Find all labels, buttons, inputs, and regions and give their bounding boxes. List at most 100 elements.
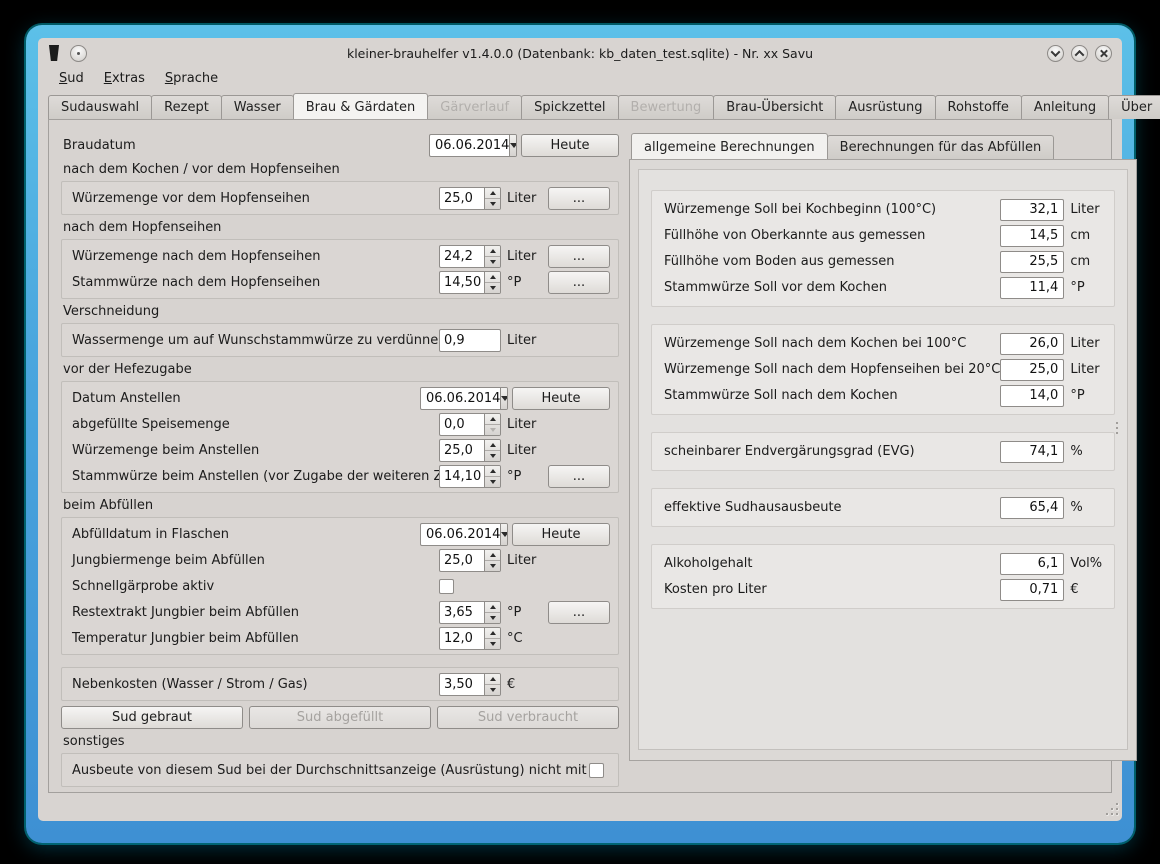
restextrakt-label: Restextrakt Jungbier beim Abfüllen — [70, 605, 439, 620]
tab-brau-gaerdaten[interactable]: Brau & Gärdaten — [293, 93, 429, 119]
tab-wasser[interactable]: Wasser — [221, 95, 294, 119]
triangle-up-icon — [490, 469, 496, 473]
wassermenge-verduennen-field[interactable]: 0,9 — [439, 329, 501, 352]
tab-rohstoffe[interactable]: Rohstoffe — [935, 95, 1022, 119]
datum-anstellen-date-combo[interactable]: 06.06.2014 — [420, 387, 508, 410]
jungbiermenge-spinbox[interactable]: 25,0 — [439, 549, 501, 572]
spin-down-button[interactable] — [485, 450, 500, 461]
section-verschneidung: Verschneidung — [63, 304, 619, 321]
sud-gebraut-button[interactable]: Sud gebraut — [61, 706, 243, 729]
tab-brau-uebersicht[interactable]: Brau-Übersicht — [713, 95, 836, 119]
abfuelldatum-value: 06.06.2014 — [421, 524, 500, 545]
nebenkosten-spinbox[interactable]: 3,50 — [439, 673, 501, 696]
tab-allgemeine-berechnungen[interactable]: allgemeine Berechnungen — [631, 133, 828, 159]
calc-value-field: 25,0 — [1000, 359, 1064, 381]
field-row: Würzemenge vor dem Hopfenseihen 25,0 Lit… — [70, 186, 610, 210]
spin-down-button[interactable] — [485, 256, 500, 267]
tab-ausruestung[interactable]: Ausrüstung — [835, 95, 935, 119]
ausbeute-checkbox-label: Ausbeute von diesem Sud bei der Durchsch… — [70, 763, 589, 778]
menu-sud[interactable]: Sud — [50, 68, 93, 89]
calc-label: Würzemenge Soll nach dem Hopfenseihen be… — [664, 362, 1000, 377]
spin-up-button[interactable] — [485, 466, 500, 476]
spin-down-button[interactable] — [485, 560, 500, 571]
menu-extras[interactable]: Extras — [95, 68, 154, 89]
stammwuerze-nach-hopfenseihen-more-button[interactable]: ... — [548, 271, 610, 294]
datum-anstellen-heute-button[interactable]: Heute — [512, 387, 610, 410]
field-row: Restextrakt Jungbier beim Abfüllen 3,65 … — [70, 600, 610, 624]
stammwuerze-anstellen-more-button[interactable]: ... — [548, 465, 610, 488]
spin-up-button[interactable] — [485, 440, 500, 450]
sud-verbraucht-button: Sud verbraucht — [437, 706, 619, 729]
schnellgaerprobe-checkbox[interactable] — [439, 579, 454, 594]
spin-down-button[interactable] — [485, 638, 500, 649]
triangle-up-icon — [490, 605, 496, 609]
stammwuerze-nach-hopfenseihen-spinbox[interactable]: 14,50 — [439, 271, 501, 294]
resize-grip-icon[interactable] — [1105, 803, 1118, 816]
menu-sprache[interactable]: Sprache — [156, 68, 227, 89]
braudatum-date-combo[interactable]: 06.06.2014 — [429, 134, 517, 157]
calc-scrollarea: Würzemenge Soll bei Kochbeginn (100°C) 3… — [638, 169, 1128, 750]
maximize-button[interactable] — [1071, 45, 1088, 62]
tab-ueber[interactable]: Über — [1108, 95, 1160, 119]
datum-anstellen-label: Datum Anstellen — [70, 391, 420, 406]
spin-up-button[interactable] — [485, 550, 500, 560]
temperatur-label: Temperatur Jungbier beim Abfüllen — [70, 631, 439, 646]
titlebar[interactable]: kleiner-brauhelfer v1.4.0.0 (Datenbank: … — [38, 38, 1122, 64]
splitter-handle[interactable] — [1116, 422, 1118, 434]
calc-row: Stammwürze Soll nach dem Kochen 14,0 °P — [664, 383, 1102, 408]
unit-label: °P — [502, 605, 546, 620]
close-button[interactable] — [1095, 45, 1112, 62]
wuerze-nach-hopfenseihen-more-button[interactable]: ... — [548, 245, 610, 268]
unit-label: Liter — [1064, 336, 1102, 351]
nebenkosten-label: Nebenkosten (Wasser / Strom / Gas) — [70, 677, 439, 692]
tab-sudauswahl[interactable]: Sudauswahl — [48, 95, 152, 119]
spin-up-button[interactable] — [485, 628, 500, 638]
wuerze-vor-hopfenseihen-spinbox[interactable]: 25,0 — [439, 187, 501, 210]
spin-up-button[interactable] — [485, 246, 500, 256]
spin-down-button[interactable] — [485, 198, 500, 209]
combo-dropdown-button[interactable] — [500, 388, 508, 409]
spin-up-button[interactable] — [485, 188, 500, 198]
tab-berechnungen-abfuellen[interactable]: Berechnungen für das Abfüllen — [827, 135, 1055, 159]
spin-up-button[interactable] — [485, 674, 500, 684]
calc-row: Stammwürze Soll vor dem Kochen 11,4 °P — [664, 275, 1102, 300]
temperatur-spinbox[interactable]: 12,0 — [439, 627, 501, 650]
combo-dropdown-button[interactable] — [500, 524, 508, 545]
restextrakt-spinbox[interactable]: 3,65 — [439, 601, 501, 624]
spin-down-button[interactable] — [485, 476, 500, 487]
spin-value: 24,2 — [440, 246, 484, 267]
spin-up-button[interactable] — [485, 272, 500, 282]
tab-anleitung[interactable]: Anleitung — [1021, 95, 1109, 119]
spin-down-button[interactable] — [485, 282, 500, 293]
spin-down-button[interactable] — [485, 612, 500, 623]
spin-down-button[interactable] — [485, 684, 500, 695]
combo-dropdown-button[interactable] — [509, 135, 517, 156]
speisemenge-spinbox[interactable]: 0,0 — [439, 413, 501, 436]
unit-label: Liter — [502, 249, 546, 264]
spin-up-button[interactable] — [485, 414, 500, 424]
spin-up-button[interactable] — [485, 602, 500, 612]
triangle-down-icon — [510, 143, 517, 148]
wuerze-nach-hopfenseihen-spinbox[interactable]: 24,2 — [439, 245, 501, 268]
calc-label: Alkoholgehalt — [664, 556, 1000, 571]
tab-rezept[interactable]: Rezept — [151, 95, 222, 119]
stammwuerze-anstellen-spinbox[interactable]: 14,10 — [439, 465, 501, 488]
abfuelldatum-date-combo[interactable]: 06.06.2014 — [420, 523, 508, 546]
tab-spickzettel[interactable]: Spickzettel — [521, 95, 618, 119]
field-row: Temperatur Jungbier beim Abfüllen 12,0 °… — [70, 626, 610, 650]
ausbeute-checkbox[interactable] — [589, 763, 604, 778]
spin-value: 3,50 — [440, 674, 484, 695]
wuerze-vor-hopfenseihen-more-button[interactable]: ... — [548, 187, 610, 210]
triangle-down-icon — [490, 564, 496, 568]
stammwuerze-anstellen-label: Stammwürze beim Anstellen (vor Zugabe de… — [70, 469, 439, 484]
minimize-button[interactable] — [1047, 45, 1064, 62]
calc-label: Würzemenge Soll nach dem Kochen bei 100°… — [664, 336, 1000, 351]
wuerze-anstellen-spinbox[interactable]: 25,0 — [439, 439, 501, 462]
restextrakt-more-button[interactable]: ... — [548, 601, 610, 624]
braudatum-row: Braudatum 06.06.2014 Heute — [61, 133, 619, 157]
field-row: Würzemenge nach dem Hopfenseihen 24,2 Li… — [70, 244, 610, 268]
abfuelldatum-heute-button[interactable]: Heute — [512, 523, 610, 546]
calc-value-field: 74,1 — [1000, 441, 1064, 463]
braudatum-heute-button[interactable]: Heute — [521, 134, 619, 157]
application-window: kleiner-brauhelfer v1.4.0.0 (Datenbank: … — [38, 38, 1122, 821]
